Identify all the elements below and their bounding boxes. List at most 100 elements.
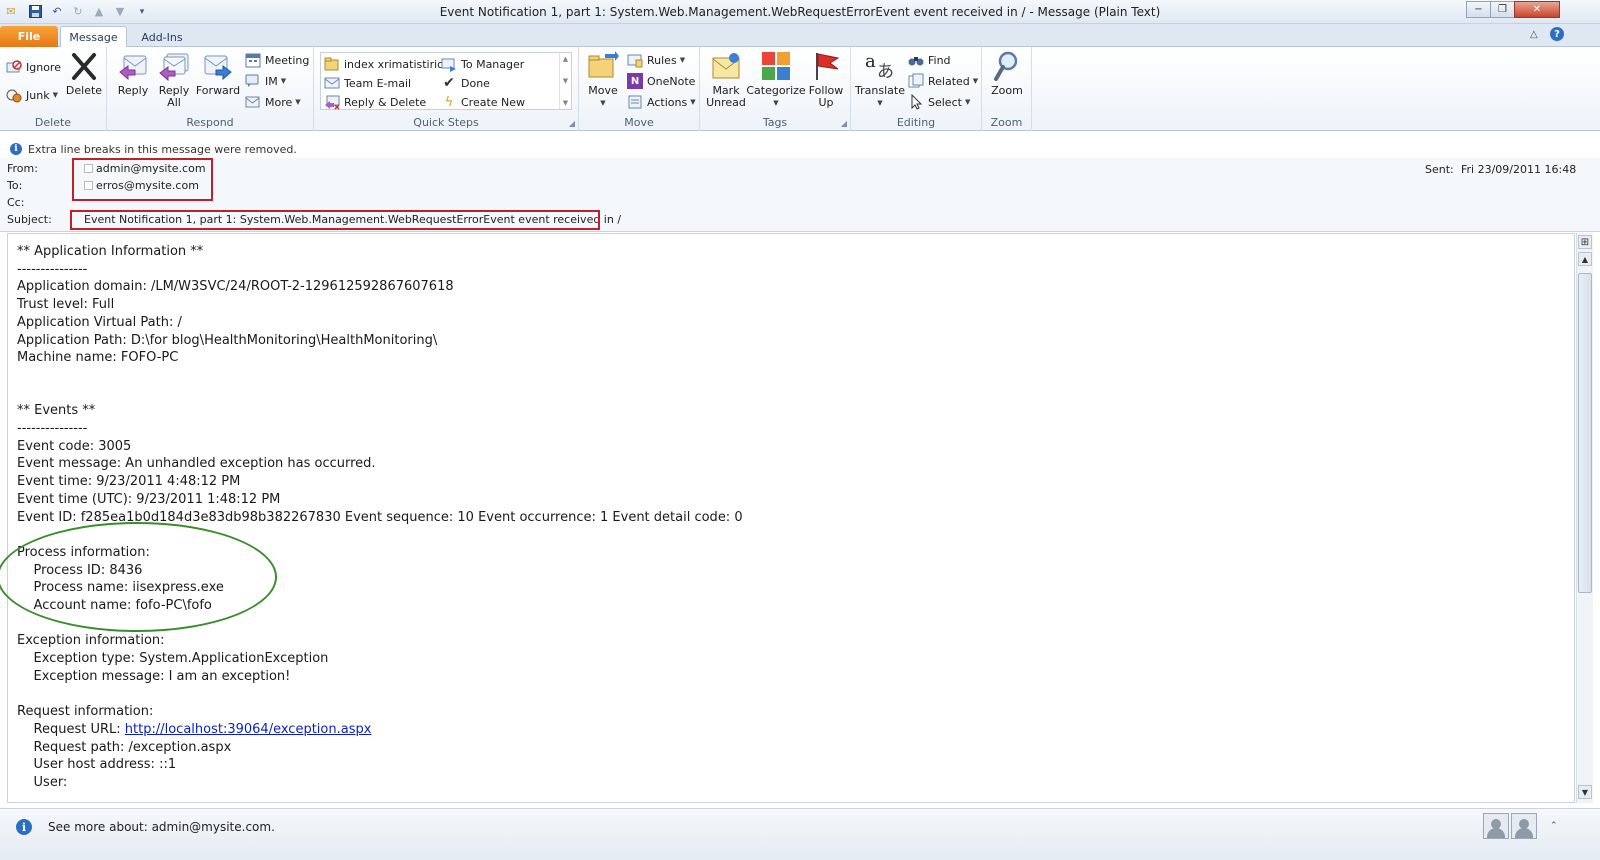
tab-addins[interactable]: Add-Ins — [131, 26, 193, 48]
expand-people-pane-icon[interactable]: ⌃ — [1550, 821, 1558, 831]
select-button[interactable]: Select ▼ — [908, 92, 970, 112]
quickstep-label-1: index xrimatistirio — [344, 57, 444, 71]
tab-message[interactable]: Message — [60, 26, 127, 48]
scroll-up-arrow[interactable]: ▲ — [1578, 252, 1592, 266]
meeting-label: Meeting — [265, 53, 310, 67]
tab-file[interactable]: File — [0, 26, 58, 47]
forward-icon — [202, 50, 234, 82]
actions-label: Actions — [647, 95, 688, 109]
quick-steps-scroll[interactable]: ▲ ▼ ▼ — [559, 53, 571, 109]
ignore-button[interactable]: Ignore — [6, 57, 61, 77]
mark-unread-label-2: Unread — [706, 96, 746, 109]
info-icon: i — [10, 143, 22, 155]
message-body[interactable]: ** Application Information ** ----------… — [7, 233, 1575, 803]
quickstep-to-manager[interactable]: To Manager — [441, 54, 524, 74]
more-respond-button[interactable]: More ▼ — [245, 92, 301, 112]
related-button[interactable]: Related ▼ — [908, 71, 978, 91]
from-label: From: — [7, 162, 38, 175]
junk-button[interactable]: Junk ▼ — [6, 85, 58, 105]
im-label: IM — [265, 74, 278, 88]
minimize-button[interactable]: − — [1466, 1, 1491, 18]
tags-dialog-launcher-icon[interactable]: ◢ — [841, 119, 847, 128]
group-label-zoom: Zoom — [990, 116, 1023, 129]
move-button[interactable]: Move ▼ — [583, 50, 623, 109]
delete-x-icon — [68, 50, 100, 82]
find-binoculars-icon — [908, 52, 924, 68]
related-label: Related — [928, 74, 970, 88]
more-label: More — [265, 95, 293, 109]
svg-text:a: a — [865, 51, 876, 72]
scrollbar-thumb[interactable] — [1578, 273, 1592, 593]
person-placeholder-icon[interactable] — [1511, 813, 1537, 839]
quickstep-reply-delete[interactable]: Reply & Delete — [324, 92, 426, 112]
categorize-button[interactable]: Categorize ▼ — [746, 50, 806, 109]
scroll-down-icon[interactable]: ▼ — [563, 77, 568, 85]
request-url-link[interactable]: http://localhost:39064/exception.aspx — [125, 722, 372, 737]
reply-all-label-2: All — [167, 96, 181, 109]
group-quick-steps: index xrimatistirio To Manager Team E-ma… — [314, 47, 579, 131]
ruler-toggle-icon[interactable]: ⊞ — [1578, 235, 1592, 249]
meeting-icon — [245, 52, 261, 68]
message-header: From: admin@mysite.com To: erros@mysite.… — [0, 158, 1600, 232]
ignore-label: Ignore — [26, 60, 61, 74]
translate-button[interactable]: aあ Translate ▼ — [855, 50, 905, 109]
info-bar: i Extra line breaks in this message were… — [0, 140, 1600, 158]
rules-label: Rules — [647, 53, 677, 67]
quickstep-done[interactable]: ✔ Done — [441, 73, 490, 93]
scroll-up-icon[interactable]: ▲ — [563, 55, 568, 63]
more-icon — [245, 94, 261, 110]
cc-label: Cc: — [7, 196, 25, 209]
group-tags: Mark Unread Categorize ▼ Follow Up Tags … — [700, 47, 851, 131]
delete-label: Delete — [65, 84, 103, 97]
see-more-text[interactable]: See more about: admin@mysite.com. — [48, 820, 275, 834]
ribbon-tabs: File Message Add-Ins △ ? — [0, 24, 1600, 48]
quickstep-team-email[interactable]: Team E-mail — [324, 73, 411, 93]
find-button[interactable]: Find — [908, 50, 951, 70]
to-manager-icon — [441, 56, 457, 72]
info-bar-text[interactable]: Extra line breaks in this message were r… — [28, 143, 297, 156]
ribbon: Ignore Junk ▼ Delete Delete Reply Reply … — [0, 47, 1600, 131]
reply-delete-icon — [324, 94, 340, 110]
maximize-button[interactable]: ❐ — [1490, 1, 1515, 18]
vertical-scrollbar[interactable]: ⊞ ▲ ▼ — [1576, 233, 1593, 803]
person-placeholder-icon[interactable] — [1483, 813, 1509, 839]
mark-unread-icon — [710, 50, 742, 82]
reply-all-icon — [158, 50, 190, 82]
ignore-icon — [6, 59, 22, 75]
help-icon[interactable]: ? — [1550, 27, 1564, 41]
minimize-ribbon-icon[interactable]: △ — [1530, 29, 1538, 40]
group-editing: aあ Translate ▼ Find Related ▼ Select ▼ Edi… — [851, 47, 982, 131]
group-label-delete: Delete — [34, 116, 72, 129]
forward-button[interactable]: Forward — [195, 50, 241, 97]
reply-icon — [117, 50, 149, 82]
body-text-part-1: ** Application Information ** ----------… — [17, 244, 743, 737]
follow-up-label-2: Up — [818, 96, 834, 109]
im-button[interactable]: IM ▼ — [245, 71, 286, 91]
annotation-green-ellipse — [0, 522, 277, 632]
expand-gallery-icon[interactable]: ▼ — [563, 99, 568, 107]
reply-label: Reply — [117, 84, 149, 97]
follow-up-button[interactable]: Follow Up — [804, 50, 848, 109]
meeting-button[interactable]: Meeting — [245, 50, 309, 70]
delete-button[interactable]: Delete — [64, 50, 104, 97]
zoom-button[interactable]: Zoom — [986, 50, 1028, 97]
dialog-launcher-icon[interactable]: ◢ — [569, 119, 575, 128]
actions-button[interactable]: Actions ▼ — [627, 92, 696, 112]
mark-unread-button[interactable]: Mark Unread — [704, 50, 748, 109]
scroll-down-arrow[interactable]: ▼ — [1578, 785, 1592, 799]
body-text-part-2: Request path: /exception.aspx User host … — [33, 739, 232, 791]
reply-button[interactable]: Reply — [112, 50, 154, 97]
quickstep-create-new[interactable]: ϟ Create New — [441, 92, 525, 112]
folder-move-icon — [324, 56, 340, 72]
related-icon — [908, 73, 924, 89]
group-label-editing: Editing — [896, 116, 936, 129]
close-button[interactable]: ✕ — [1514, 1, 1560, 18]
actions-icon — [627, 94, 643, 110]
translate-icon: aあ — [864, 50, 896, 82]
onenote-button[interactable]: N OneNote — [627, 71, 695, 91]
rules-button[interactable]: Rules ▼ — [627, 50, 685, 70]
reply-all-button[interactable]: Reply All — [153, 50, 195, 109]
find-label: Find — [928, 53, 951, 67]
quickstep-index-xrimatistirio[interactable]: index xrimatistirio — [324, 54, 444, 74]
group-label-move: Move — [624, 116, 654, 129]
